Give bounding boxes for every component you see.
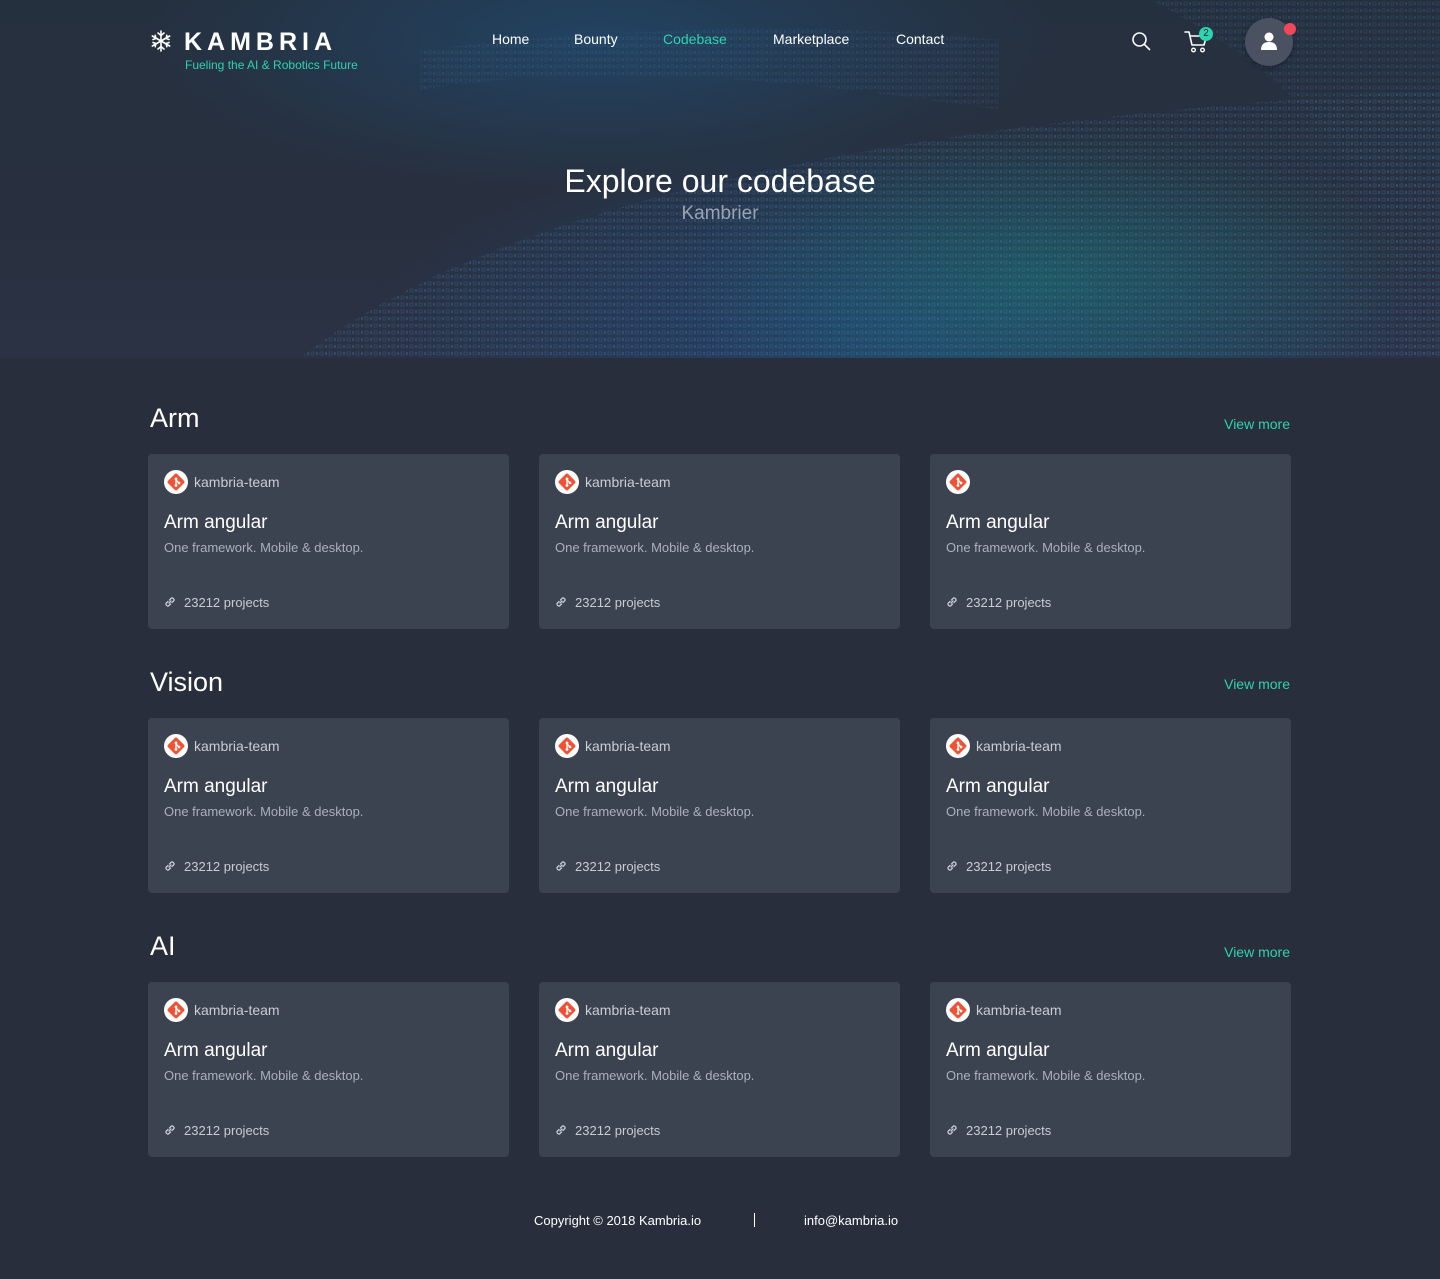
link-icon [556,861,566,871]
repo-owner: kambria-team [194,738,280,754]
git-icon [555,470,579,494]
view-more-arm-link[interactable]: View more [1224,416,1290,432]
repo-name: Arm angular [555,512,659,533]
repo-owner: kambria-team [976,1002,1062,1018]
repo-description: One framework. Mobile & desktop. [164,804,364,819]
link-icon [556,1125,566,1135]
repo-project-count: 23212 projects [184,1123,270,1138]
repo-name: Arm angular [555,776,659,797]
repo-project-count: 23212 projects [575,859,661,874]
repo-project-count: 23212 projects [575,595,661,610]
repo-description: One framework. Mobile & desktop. [946,540,1146,555]
nav-codebase[interactable]: Codebase [663,31,727,47]
git-icon [946,470,970,494]
section-title-ai: AI [150,931,176,961]
repo-description: One framework. Mobile & desktop. [164,540,364,555]
section-title-vision: Vision [150,667,224,697]
repo-owner: kambria-team [585,1002,671,1018]
repo-project-count: 23212 projects [184,859,270,874]
link-icon [947,1125,957,1135]
page-subtitle: Kambrier [681,203,759,224]
footer-divider [754,1213,755,1227]
link-icon [947,861,957,871]
repo-description: One framework. Mobile & desktop. [555,804,755,819]
brand-tagline: Fueling the AI & Robotics Future [185,58,358,72]
repo-name: Arm angular [164,512,268,533]
git-icon [946,998,970,1022]
repo-card[interactable]: kambria-team Arm angular One framework. … [539,982,900,1157]
link-icon [165,597,175,607]
repo-card[interactable]: kambria-team Arm angular One framework. … [930,718,1291,893]
nav-home[interactable]: Home [492,31,529,47]
repo-description: One framework. Mobile & desktop. [555,1068,755,1083]
brand-name: KAMBRIA [184,28,338,56]
git-icon [164,734,188,758]
git-icon [946,734,970,758]
repo-card[interactable]: kambria-team Arm angular One framework. … [148,982,509,1157]
view-more-vision-link[interactable]: View more [1224,676,1290,692]
repo-project-count: 23212 projects [966,1123,1052,1138]
repo-name: Arm angular [555,1040,659,1061]
repo-card[interactable]: kambria-team Arm angular One framework. … [539,454,900,629]
link-icon [165,861,175,871]
footer-email-link[interactable]: info@kambria.io [804,1213,898,1228]
repo-name: Arm angular [946,512,1050,533]
git-icon [164,470,188,494]
repo-project-count: 23212 projects [575,1123,661,1138]
repo-owner: kambria-team [194,1002,280,1018]
repo-project-count: 23212 projects [184,595,270,610]
repo-name: Arm angular [946,1040,1050,1061]
repo-name: Arm angular [164,776,268,797]
link-icon [165,1125,175,1135]
cart-count-badge: 2 [1199,27,1213,41]
repo-owner: kambria-team [194,474,280,490]
footer-copyright: Copyright © 2018 Kambria.io [534,1213,702,1228]
nav-marketplace[interactable]: Marketplace [773,31,849,47]
git-icon [555,998,579,1022]
repo-owner: kambria-team [585,738,671,754]
page-title: Explore our codebase [564,163,876,199]
repo-owner: kambria-team [976,738,1062,754]
repo-name: Arm angular [946,776,1050,797]
view-more-ai-link[interactable]: View more [1224,944,1290,960]
git-icon [164,998,188,1022]
nav-contact[interactable]: Contact [896,31,944,47]
repo-card[interactable]: kambria-team Arm angular One framework. … [148,454,509,629]
repo-card[interactable]: kambria-team Arm angular One framework. … [148,718,509,893]
repo-card[interactable]: Arm angular One framework. Mobile & desk… [930,454,1291,629]
user-icon [1261,32,1277,50]
repo-description: One framework. Mobile & desktop. [946,804,1146,819]
repo-description: One framework. Mobile & desktop. [946,1068,1146,1083]
snowflake-logo-icon [151,30,171,52]
link-icon [556,597,566,607]
nav-bounty[interactable]: Bounty [574,31,618,47]
repo-card[interactable]: kambria-team Arm angular One framework. … [930,982,1291,1157]
repo-card[interactable]: kambria-team Arm angular One framework. … [539,718,900,893]
repo-project-count: 23212 projects [966,595,1052,610]
git-icon [555,734,579,758]
notification-dot [1284,23,1296,35]
repo-owner: kambria-team [585,474,671,490]
repo-description: One framework. Mobile & desktop. [164,1068,364,1083]
section-title-arm: Arm [150,403,200,433]
repo-name: Arm angular [164,1040,268,1061]
repo-description: One framework. Mobile & desktop. [555,540,755,555]
repo-project-count: 23212 projects [966,859,1052,874]
link-icon [947,597,957,607]
search-icon[interactable] [1131,31,1151,51]
